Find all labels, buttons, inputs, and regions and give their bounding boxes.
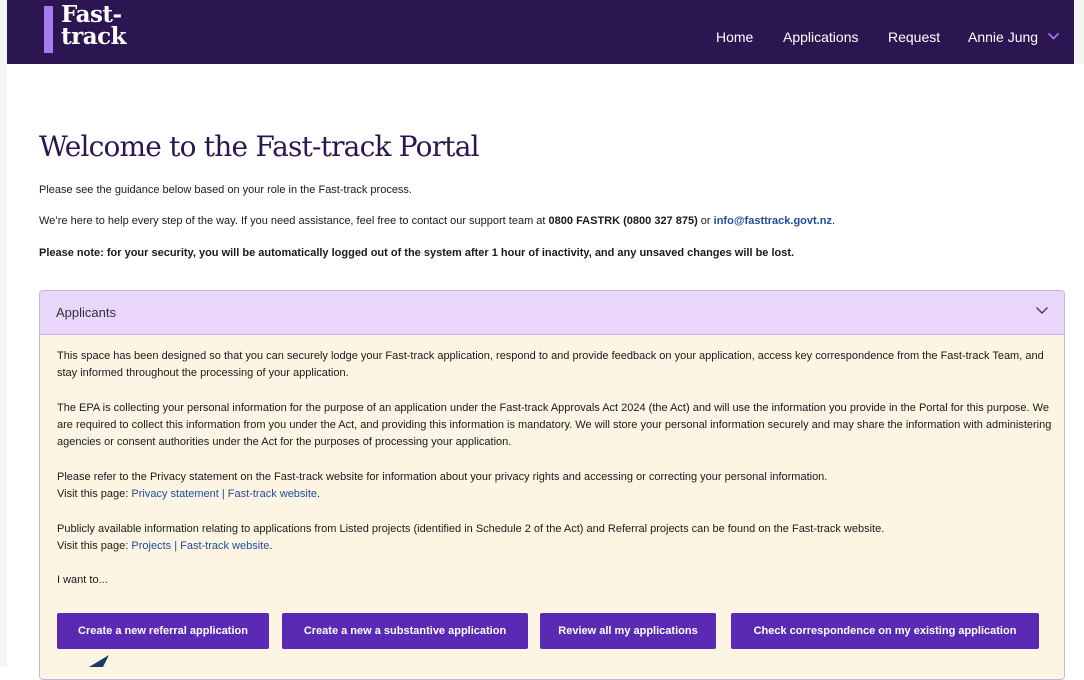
pointer-arrow-icon	[89, 655, 109, 667]
privacy-visit-label: Visit this page:	[57, 488, 132, 500]
security-note: Please note: for your security, you will…	[39, 246, 794, 260]
projects-visit-label: Visit this page:	[57, 540, 132, 552]
support-end: .	[831, 215, 836, 227]
privacy-statement-link[interactable]: Privacy statement | Fast-track website	[131, 488, 317, 500]
privacy-statement-info: Please refer to the Privacy statement on…	[57, 469, 1057, 503]
nav-user-menu[interactable]: Annie Jung	[968, 29, 1038, 45]
applicants-intro: This space has been designed so that you…	[57, 350, 1044, 379]
projects-info: Publicly available information relating …	[57, 521, 1057, 555]
create-referral-application-button[interactable]: Create a new referral application	[57, 613, 269, 649]
support-text: We’re here to help every step of the way…	[39, 215, 549, 227]
support-email-link[interactable]: info@fasttrack.govt.nz	[714, 215, 832, 227]
support-contact: We’re here to help every step of the way…	[39, 214, 835, 228]
right-edge	[1074, 0, 1084, 64]
privacy-link-end: .	[317, 488, 321, 500]
i-want-to-label: I want to...	[57, 574, 108, 586]
projects-link[interactable]: Projects | Fast-track website	[131, 540, 269, 552]
security-note-text: Please note: for your security, you will…	[39, 247, 795, 259]
applicants-accordion: Applicants This space has been designed …	[39, 290, 1065, 680]
intro-guidance: Please see the guidance below based on y…	[39, 184, 412, 196]
chevron-down-icon[interactable]	[1047, 32, 1060, 41]
chevron-down-icon[interactable]	[1035, 306, 1049, 315]
applicants-title: Applicants	[56, 305, 116, 320]
privacy-collection-notice: The EPA is collecting your personal info…	[57, 402, 1052, 448]
applicants-accordion-header[interactable]: Applicants	[40, 291, 1064, 335]
review-applications-button[interactable]: Review all my applications	[540, 613, 716, 649]
top-navigation-bar: Fast- track Home Applications Request An…	[7, 0, 1074, 64]
projects-text: Publicly available information relating …	[57, 523, 885, 535]
create-substantive-application-button[interactable]: Create a new a substantive application	[282, 613, 528, 649]
support-or: or	[697, 215, 714, 227]
projects-link-end: .	[269, 540, 273, 552]
left-edge	[0, 0, 7, 667]
nav-request[interactable]: Request	[888, 29, 940, 45]
privacy-statement-text: Please refer to the Privacy statement on…	[57, 471, 828, 483]
nav-home[interactable]: Home	[716, 29, 753, 45]
main-nav: Home Applications Request Annie Jung	[7, 29, 1074, 49]
nav-applications[interactable]: Applications	[783, 29, 859, 45]
check-correspondence-button[interactable]: Check correspondence on my existing appl…	[731, 613, 1039, 649]
page-title: Welcome to the Fast-track Portal	[39, 130, 480, 163]
support-phone: 0800 FASTRK (0800 327 875)	[548, 215, 698, 227]
